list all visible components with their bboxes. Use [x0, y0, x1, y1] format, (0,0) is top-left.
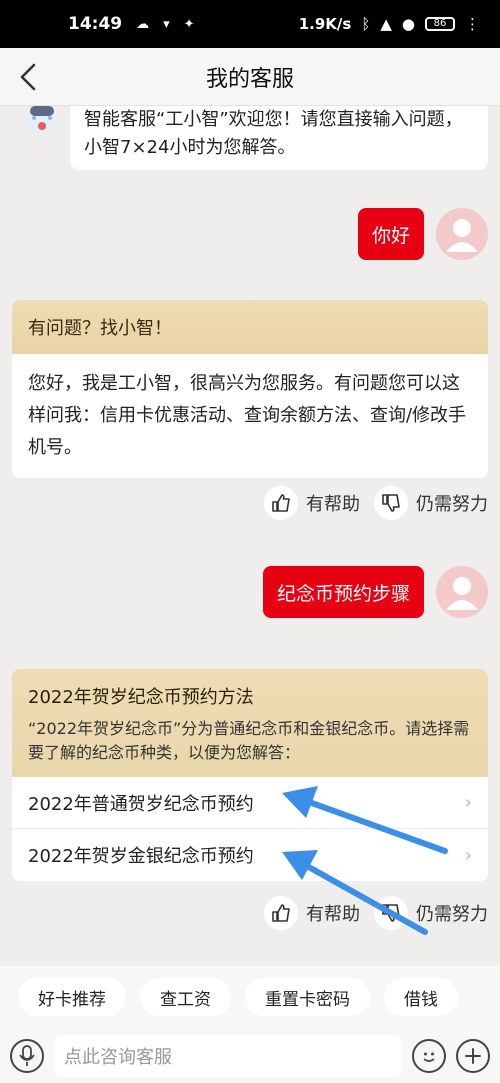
status-notification-icons: ☁ ▾ ✦ [136, 17, 194, 32]
option-ordinary-coin[interactable]: 2022年普通贺岁纪念币预约 › [12, 777, 488, 829]
cloud-icon: ☁ [136, 16, 150, 32]
bot-card-coin: 2022年贺岁纪念币预约方法 “2022年贺岁纪念币”分为普通纪念币和金银纪念币… [12, 669, 488, 881]
user-message-row-2: 纪念币预约步骤 [262, 566, 488, 618]
emoji-icon [423, 1052, 435, 1062]
quick-action-chip[interactable]: 查工资 [140, 978, 231, 1016]
plus-icon [465, 1047, 481, 1064]
network-speed: 1.9K/s [298, 15, 352, 33]
chevron-right-icon: › [464, 792, 472, 813]
user-avatar [436, 566, 488, 618]
chevron-left-icon [20, 63, 36, 91]
helpful-button[interactable]: 有帮助 [264, 486, 360, 520]
user-avatar [436, 208, 488, 260]
user-icon [446, 577, 478, 610]
thumbs-up-icon [264, 486, 298, 520]
user-message[interactable]: 你好 [357, 208, 424, 260]
avatar-icon: ● [401, 15, 415, 33]
card2-desc: “2022年贺岁纪念币”分为普通纪念币和金银纪念币。请选择需要了解的纪念币种类，… [28, 719, 470, 762]
bot-welcome-message: 智能客服“工小智”欢迎您！请您直接输入问题，小智7×24小时为您解答。 [70, 106, 488, 170]
signal-icon: ▲ [380, 15, 392, 33]
quick-action-chip[interactable]: 好卡推荐 [18, 978, 126, 1016]
page-title: 我的客服 [205, 66, 294, 92]
option-gold-silver-coin[interactable]: 2022年贺岁金银纪念币预约 › [12, 829, 488, 881]
helpful-label: 有帮助 [306, 494, 360, 515]
chevron-right-icon: › [464, 844, 472, 866]
app-icon: ✦ [183, 16, 195, 32]
needs-work-label: 仍需努力 [416, 904, 488, 925]
quick-actions-bar: 好卡推荐 查工资 重置卡密码 借钱 [0, 966, 500, 1028]
user-message-2[interactable]: 纪念币预约步骤 [262, 566, 424, 618]
user-message-row: 你好 [357, 208, 488, 260]
bot-avatar [20, 106, 64, 140]
card2-header: 2022年贺岁纪念币预约方法 “2022年贺岁纪念币”分为普通纪念币和金银纪念币… [12, 669, 488, 777]
feedback-row: 有帮助 仍需努力 [264, 486, 488, 520]
needs-work-label: 仍需努力 [416, 494, 488, 515]
status-right: 1.9K/s ᛒ ▲ ● 86 ⋮ [299, 15, 480, 33]
thumbs-down-icon [374, 896, 408, 930]
plus-button[interactable] [456, 1038, 490, 1073]
thumbs-down-icon [374, 486, 408, 520]
card2-title: 2022年贺岁纪念币预约方法 [28, 687, 254, 708]
option-label: 2022年贺岁金银纪念币预约 [28, 846, 254, 867]
quick-action-chip[interactable]: 借钱 [384, 978, 458, 1016]
emoji-button[interactable] [412, 1038, 446, 1073]
card-title: 有问题？找小智！ [12, 300, 488, 354]
microphone-button[interactable] [10, 1038, 44, 1073]
needs-work-button[interactable]: 仍需努力 [374, 896, 488, 930]
shirt-icon: ▾ [163, 16, 170, 32]
status-bar: 14:49 ☁ ▾ ✦ 1.9K/s ᛒ ▲ ● 86 ⋮ [0, 0, 500, 48]
chat-area[interactable]: 智能客服“工小智”欢迎您！请您直接输入问题，小智7×24小时为您解答。 你好 有… [0, 106, 500, 966]
thumbs-up-icon [264, 896, 298, 930]
chat-input[interactable]: 点此咨询客服 [54, 1034, 402, 1077]
battery-icon: 86 [425, 17, 455, 31]
more-icon: ⋮ [465, 15, 480, 33]
back-button[interactable] [10, 58, 46, 96]
helpful-button[interactable]: 有帮助 [264, 896, 360, 930]
robot-icon [26, 106, 58, 134]
status-time: 14:49 [68, 14, 123, 34]
input-bar: 点此咨询客服 [0, 1028, 500, 1083]
option-label: 2022年普通贺岁纪念币预约 [28, 793, 254, 815]
needs-work-button[interactable]: 仍需努力 [374, 486, 488, 520]
quick-action-chip[interactable]: 重置卡密码 [245, 978, 370, 1016]
feedback-row-2: 有帮助 仍需努力 [264, 896, 488, 930]
bot-card-help: 有问题？找小智！ 您好，我是工小智，很高兴为您服务。有问题您可以这样问我：信用卡… [12, 300, 488, 478]
user-icon [446, 219, 478, 252]
bluetooth-icon: ᛒ [361, 15, 371, 33]
nav-bar: 我的客服 [0, 48, 500, 106]
helpful-label: 有帮助 [306, 904, 360, 925]
card-body: 您好，我是工小智，很高兴为您服务。有问题您可以这样问我：信用卡优惠活动、查询余额… [28, 373, 467, 458]
microphone-icon [19, 1044, 35, 1066]
